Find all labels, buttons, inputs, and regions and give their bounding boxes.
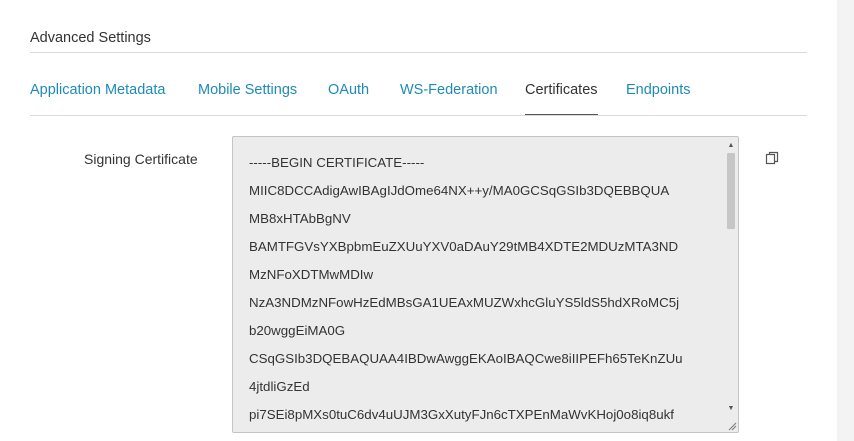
certificate-line: pi7SEi8pMXs0tuC6dv4uUJM3GxXutyFJn6cTXPEn… — [249, 407, 674, 422]
advanced-settings-panel: Advanced Settings Application Metadata M… — [0, 0, 837, 441]
certificate-line: MIIC8DCCAdigAwIBAgIJdOme64NX++y/MA0GCSqG… — [249, 183, 670, 198]
arrow-up-icon[interactable]: ▲ — [726, 141, 736, 151]
arrow-down-icon[interactable]: ▼ — [726, 404, 736, 414]
section-title: Advanced Settings — [30, 30, 151, 46]
tab-endpoints[interactable]: Endpoints — [626, 82, 691, 114]
copy-icon[interactable] — [765, 151, 779, 165]
certificate-line: CSqGSIb3DQEBAQUAA4IBDwAwggEKAoIBAQCwe8iI… — [249, 351, 683, 366]
vertical-scrollbar[interactable]: ▲ ▼ — [724, 137, 738, 432]
tab-certificates[interactable]: Certificates — [525, 82, 598, 116]
resize-grip-icon[interactable] — [727, 421, 737, 431]
certificate-text: -----BEGIN CERTIFICATE----- MIIC8DCCAdig… — [249, 149, 722, 429]
certificate-line: MB8xHTAbBgNV — [249, 211, 351, 226]
signing-certificate-label: Signing Certificate — [84, 151, 198, 167]
divider — [30, 52, 807, 53]
certificate-line: MzNFoXDTMwMDIw — [249, 267, 374, 282]
scroll-thumb[interactable] — [727, 153, 735, 229]
certificate-line: b20wggEiMA0G — [249, 323, 346, 338]
tab-oauth[interactable]: OAuth — [328, 82, 369, 114]
certificate-line: BAMTFGVsYXBpbmEuZXUuYXV0aDAuY29tMB4XDTE2… — [249, 239, 679, 254]
tab-ws-federation[interactable]: WS-Federation — [400, 82, 498, 114]
signing-certificate-textarea[interactable]: -----BEGIN CERTIFICATE----- MIIC8DCCAdig… — [232, 136, 739, 433]
tab-mobile-settings[interactable]: Mobile Settings — [198, 82, 297, 114]
certificate-line: 4jtdliGzEd — [249, 379, 310, 394]
tab-bar: Application Metadata Mobile Settings OAu… — [30, 82, 807, 116]
tab-application-metadata[interactable]: Application Metadata — [30, 82, 165, 114]
certificate-line: NzA3NDMzNFowHzEdMBsGA1UEAxMUZWxhcGluYS5l… — [249, 295, 680, 310]
certificate-line: -----BEGIN CERTIFICATE----- — [249, 155, 425, 170]
tabs-divider — [30, 115, 807, 116]
